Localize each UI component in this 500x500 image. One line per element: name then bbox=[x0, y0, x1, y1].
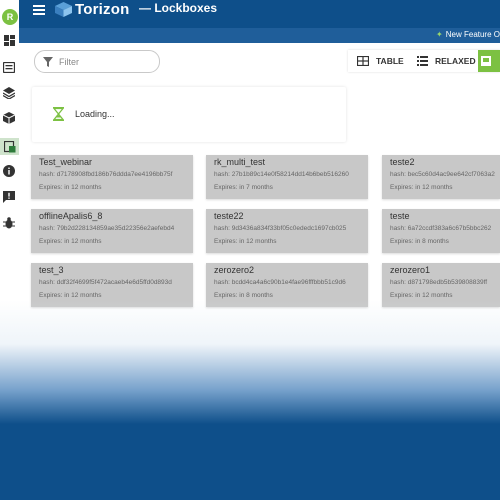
lockbox-hash: hash: d7178908fbd186b76ddda7ee4196bb75f bbox=[39, 171, 173, 178]
hourglass-icon bbox=[53, 107, 64, 121]
view-toggle: TABLE RELAXED bbox=[348, 50, 500, 72]
lockbox-hash: hash: ddf32f4699f5f472acaeb4e6d5ffd0d893… bbox=[39, 279, 172, 286]
lockbox-name: teste bbox=[390, 211, 410, 221]
lockbox-expires: Expires: in 8 months bbox=[390, 238, 449, 245]
lockbox-name: Test_webinar bbox=[39, 157, 93, 167]
lockbox-hash: hash: 6a72ccdf383a6c67b5bbc262 bbox=[390, 225, 492, 232]
lockbox-hash: hash: bec5c60d4ac9ee642cf7063a2 bbox=[390, 171, 495, 178]
lockbox-hash: hash: 27b1b89c14e0f58214dd14b6beb516260 bbox=[214, 171, 349, 178]
lockbox-hash: hash: 79b2d228134859ae35d22356e2aefebd4 bbox=[39, 225, 175, 232]
lockbox-expires: Expires: in 12 months bbox=[214, 238, 277, 245]
lockbox-card[interactable]: teste22 hash: 9d3436a834f33bf05c0ededc16… bbox=[206, 209, 368, 253]
lockbox-icon[interactable] bbox=[0, 138, 19, 155]
logo-text: Torizon bbox=[75, 1, 130, 18]
feedback-icon[interactable] bbox=[2, 190, 16, 204]
bug-icon[interactable] bbox=[2, 216, 16, 230]
torizon-logo: Torizon bbox=[55, 1, 129, 18]
lockbox-expires: Expires: in 7 months bbox=[214, 184, 273, 191]
devices-icon[interactable] bbox=[2, 60, 16, 74]
filter-placeholder: Filter bbox=[59, 56, 79, 67]
loading-card: Loading... bbox=[32, 87, 346, 142]
new-feature-text: New Feature O bbox=[445, 30, 500, 39]
avatar[interactable]: R bbox=[2, 9, 18, 25]
cards-view-button[interactable] bbox=[478, 50, 500, 72]
lockbox-hash: hash: 9d3436a834f33bf05c0ededc1697cb025 bbox=[214, 225, 347, 232]
lockbox-card[interactable]: Test_webinar hash: d7178908fbd186b76ddda… bbox=[31, 155, 193, 199]
menu-icon[interactable] bbox=[33, 5, 45, 15]
page-title: — Lockboxes bbox=[139, 1, 218, 15]
bottom-fade-overlay bbox=[0, 300, 500, 500]
layers-icon[interactable] bbox=[2, 86, 16, 100]
lockbox-card[interactable]: zerozero2 hash: bcdd4ca4a6c90b1e4fae96ff… bbox=[206, 263, 368, 307]
lockbox-name: test_3 bbox=[39, 265, 64, 275]
packages-icon[interactable] bbox=[2, 111, 16, 125]
lockbox-expires: Expires: in 12 months bbox=[390, 292, 453, 299]
lockbox-expires: Expires: in 12 months bbox=[390, 184, 453, 191]
lockbox-expires: Expires: in 12 months bbox=[39, 292, 102, 299]
lockbox-expires: Expires: in 12 months bbox=[39, 184, 102, 191]
relaxed-view-button[interactable]: RELAXED bbox=[417, 50, 476, 72]
sidebar: R bbox=[0, 0, 19, 500]
filter-input[interactable]: Filter bbox=[34, 50, 160, 73]
lockbox-name: rk_multi_test bbox=[214, 157, 266, 167]
new-feature-link[interactable]: ✦ New Feature O bbox=[436, 30, 500, 39]
table-icon bbox=[357, 56, 369, 66]
lockbox-expires: Expires: in 12 months bbox=[39, 238, 102, 245]
table-view-label: TABLE bbox=[376, 56, 404, 66]
lockbox-card[interactable]: zerozero1 hash: d871798edb5b539808839ff … bbox=[382, 263, 500, 307]
cards-icon bbox=[480, 56, 491, 66]
lockbox-name: zerozero1 bbox=[390, 265, 431, 275]
table-view-button[interactable]: TABLE bbox=[357, 50, 404, 72]
lockbox-card[interactable]: test_3 hash: ddf32f4699f5f472acaeb4e6d5f… bbox=[31, 263, 193, 307]
filter-icon bbox=[43, 56, 53, 67]
list-icon bbox=[417, 56, 428, 66]
lockbox-card[interactable]: teste hash: 6a72ccdf383a6c67b5bbc262 Exp… bbox=[382, 209, 500, 253]
loading-text: Loading... bbox=[75, 109, 115, 119]
lockbox-card[interactable]: offlineApalis6_8 hash: 79b2d228134859ae3… bbox=[31, 209, 193, 253]
relaxed-view-label: RELAXED bbox=[435, 56, 476, 66]
lockbox-name: teste22 bbox=[214, 211, 244, 221]
lockbox-card[interactable]: teste2 hash: bec5c60d4ac9ee642cf7063a2 E… bbox=[382, 155, 500, 199]
lockbox-hash: hash: d871798edb5b539808839ff bbox=[390, 279, 488, 286]
lockbox-name: zerozero2 bbox=[214, 265, 255, 275]
feature-banner: ✦ New Feature O bbox=[19, 28, 500, 43]
sparkle-icon: ✦ bbox=[436, 30, 443, 39]
logo-icon bbox=[55, 2, 72, 17]
lockbox-name: offlineApalis6_8 bbox=[39, 211, 103, 221]
lockbox-hash: hash: bcdd4ca4a6c90b1e4fae96fffbbb51c9d6 bbox=[214, 279, 346, 286]
lockbox-expires: Expires: in 8 months bbox=[214, 292, 273, 299]
lockbox-card[interactable]: rk_multi_test hash: 27b1b89c14e0f58214dd… bbox=[206, 155, 368, 199]
info-icon[interactable] bbox=[2, 164, 16, 178]
app-header: Torizon — Lockboxes bbox=[19, 0, 500, 28]
lockbox-name: teste2 bbox=[390, 157, 415, 167]
dashboard-icon[interactable] bbox=[2, 33, 16, 47]
